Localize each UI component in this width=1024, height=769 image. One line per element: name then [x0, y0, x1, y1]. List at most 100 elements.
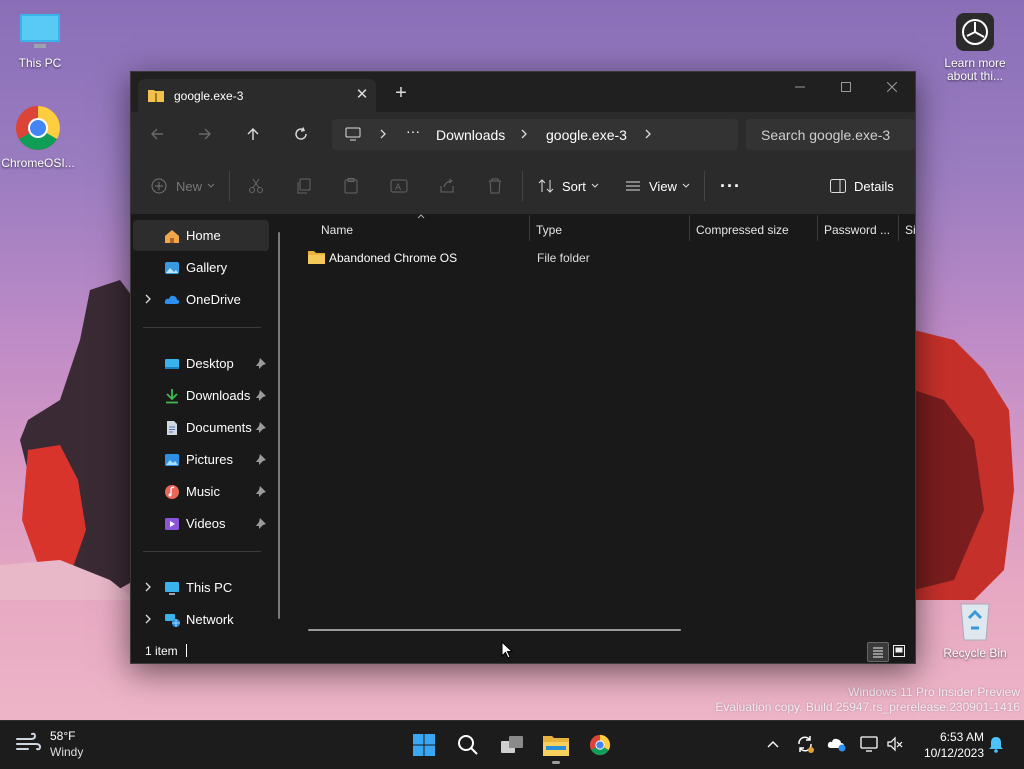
arrow-left-icon: [151, 128, 163, 140]
sort-button[interactable]: Sort: [538, 171, 599, 201]
sidebar-item-onedrive[interactable]: OneDrive: [133, 284, 269, 315]
maximize-icon: [841, 82, 851, 92]
column-header-label: Name: [321, 223, 354, 237]
music-icon: [165, 485, 179, 499]
volume-tray-button[interactable]: [884, 733, 906, 755]
scissors-icon: [249, 178, 263, 193]
chrome-icon: [589, 734, 611, 756]
sync-tray-button[interactable]: [794, 733, 816, 755]
cut-button[interactable]: [248, 171, 264, 201]
breadcrumb-google-exe-3[interactable]: google.exe-3: [546, 127, 627, 143]
network-icon: [165, 614, 180, 627]
breadcrumb-downloads[interactable]: Downloads: [436, 127, 505, 143]
chrome-icon: [16, 106, 60, 150]
forward-button[interactable]: [189, 119, 221, 149]
search-button[interactable]: [450, 727, 486, 763]
notifications-button[interactable]: [985, 733, 1007, 755]
clock[interactable]: 6:53 AM 10/12/2023: [924, 729, 984, 761]
chevron-right-icon: [145, 294, 151, 304]
desktop-icon-recycle-bin[interactable]: Recycle Bin: [935, 598, 1015, 660]
desktop-icon-label: This PC: [18, 56, 62, 70]
desktop-icon-chrome-os[interactable]: ChromeOSI...: [0, 104, 78, 170]
more-options-button[interactable]: ···: [720, 171, 741, 201]
new-tab-button[interactable]: +: [389, 82, 413, 106]
table-row[interactable]: Abandoned Chrome OS File folder: [301, 244, 901, 272]
navigation-pane: Home Gallery OneDrive Desktop Downloads …: [131, 215, 281, 640]
delete-button[interactable]: [487, 171, 503, 201]
desktop-icon-label: Learn more about thi...: [944, 56, 1006, 83]
sidebar-item-this-pc[interactable]: This PC: [133, 572, 269, 603]
sidebar-item-gallery[interactable]: Gallery: [133, 252, 269, 283]
paste-button[interactable]: [343, 171, 359, 201]
navigation-bar: ··· Downloads google.exe-3 Search google…: [131, 112, 915, 157]
network-tray-button[interactable]: [858, 733, 880, 755]
title-bar[interactable]: google.exe-3 ✕ +: [131, 72, 915, 112]
taskbar-file-explorer[interactable]: [538, 727, 574, 764]
desktop-icon-learn-more[interactable]: Learn more about thi...: [935, 12, 1015, 83]
sort-ascending-icon: [417, 214, 425, 219]
clipboard-icon: [344, 178, 358, 194]
close-window-button[interactable]: [869, 72, 915, 102]
chevron-down-icon: [207, 183, 215, 188]
bell-icon: [989, 737, 1003, 753]
details-pane-button[interactable]: Details: [830, 171, 894, 201]
document-icon: [167, 421, 177, 435]
maximize-button[interactable]: [823, 72, 869, 102]
column-header-type[interactable]: Type: [530, 215, 689, 241]
chevron-right-icon: [145, 582, 151, 592]
tab-google-exe-3[interactable]: google.exe-3 ✕: [138, 79, 376, 112]
rename-button[interactable]: A: [390, 171, 408, 201]
new-button[interactable]: New: [151, 171, 215, 201]
sidebar-item-music[interactable]: Music: [133, 476, 269, 507]
minimize-button[interactable]: [777, 72, 823, 102]
mouse-cursor: [501, 641, 513, 659]
learn-more-icon: [956, 13, 994, 51]
up-button[interactable]: [237, 119, 269, 149]
sidebar-item-desktop[interactable]: Desktop: [133, 348, 269, 379]
refresh-button[interactable]: [285, 119, 317, 149]
copy-button[interactable]: [296, 171, 312, 201]
breadcrumb-overflow[interactable]: ···: [406, 123, 420, 139]
plus-circle-icon: [151, 178, 167, 194]
task-view-button[interactable]: [494, 727, 530, 763]
taskbar-chrome[interactable]: [582, 727, 618, 763]
show-hidden-icons-button[interactable]: [762, 733, 784, 755]
nav-pane-scrollbar[interactable]: [278, 232, 280, 619]
column-header-size[interactable]: Si: [899, 215, 915, 241]
start-button[interactable]: [406, 727, 442, 763]
column-header-password[interactable]: Password ...: [818, 215, 898, 241]
search-box[interactable]: Search google.exe-3: [746, 119, 915, 150]
tiles-view-button[interactable]: [889, 642, 909, 660]
weather-widget[interactable]: 58°F Windy: [14, 729, 83, 760]
column-header-label: Si: [905, 223, 915, 237]
sidebar-item-pictures[interactable]: Pictures: [133, 444, 269, 475]
address-bar[interactable]: ··· Downloads google.exe-3: [332, 119, 738, 150]
volume-muted-icon: [887, 736, 903, 752]
download-icon: [166, 389, 178, 404]
file-list-horizontal-scrollbar[interactable]: [308, 629, 681, 631]
column-header-compressed-size[interactable]: Compressed size: [690, 215, 817, 241]
tab-close-button[interactable]: ✕: [352, 85, 372, 105]
tiles-view-icon: [893, 645, 905, 657]
sidebar-item-downloads[interactable]: Downloads: [133, 380, 269, 411]
view-button[interactable]: View: [625, 171, 690, 201]
sidebar-item-network[interactable]: Network: [133, 604, 269, 635]
back-button[interactable]: [141, 119, 173, 149]
sidebar-item-label: This PC: [186, 580, 233, 595]
folder-zip-icon: [148, 90, 164, 102]
sidebar-item-documents[interactable]: Documents: [133, 412, 269, 443]
sidebar-item-label: Videos: [186, 516, 226, 531]
search-placeholder: Search google.exe-3: [761, 127, 891, 143]
column-header-name[interactable]: Name: [315, 214, 529, 241]
details-view-button[interactable]: [867, 642, 889, 662]
share-button[interactable]: [439, 171, 455, 201]
sidebar-item-label: Network: [186, 612, 234, 627]
chevron-right-icon: [521, 129, 527, 139]
sidebar-item-videos[interactable]: Videos: [133, 508, 269, 539]
desktop-wallpaper-rock-right: [914, 330, 1014, 600]
onedrive-tray-button[interactable]: [826, 733, 848, 755]
sidebar-item-home[interactable]: Home: [133, 220, 269, 251]
view-label: View: [649, 178, 677, 194]
desktop-icon-this-pc[interactable]: This PC: [0, 12, 80, 70]
monitor-icon: [20, 14, 60, 48]
